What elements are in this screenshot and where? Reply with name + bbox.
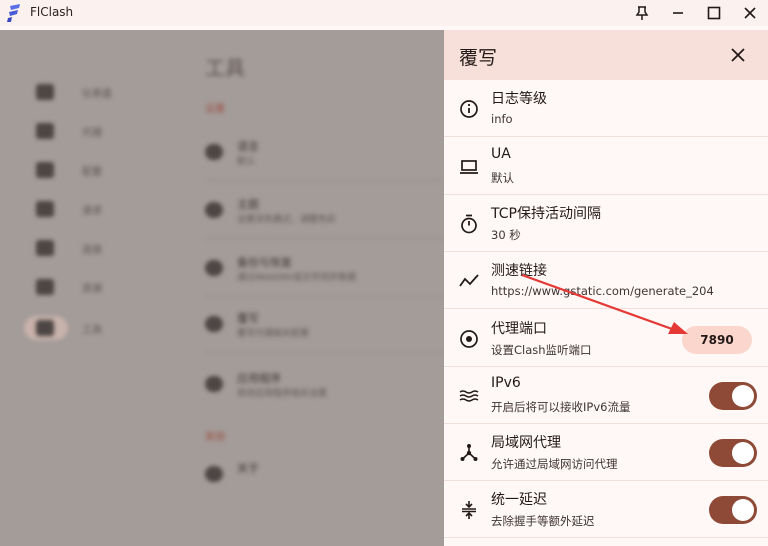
override-panel: 覆写 日志等级 info UA 默认 TCP保持活动间隔 30 秒 测速链接 h… xyxy=(444,30,768,546)
info-icon xyxy=(460,100,478,118)
panel-header: 覆写 xyxy=(444,30,768,80)
divider xyxy=(205,296,444,297)
bg-section-label: 设置 xyxy=(205,104,225,115)
nav-item-profiles: 配置 xyxy=(36,162,102,178)
divider xyxy=(205,238,444,239)
connections-icon xyxy=(36,240,54,256)
edit-icon xyxy=(205,316,223,332)
unified-delay-toggle[interactable] xyxy=(709,496,757,524)
setting-title: TCP保持活动间隔 xyxy=(491,206,601,222)
setting-subtitle: https://www.gstatic.com/generate_204 xyxy=(491,284,714,298)
nav-item-dashboard: 仪表盘 xyxy=(36,84,112,100)
maximize-button[interactable] xyxy=(696,0,732,26)
lan-proxy-toggle[interactable] xyxy=(709,439,757,467)
bg-section-label: 其他 xyxy=(205,432,225,443)
close-icon xyxy=(744,7,756,19)
setting-subtitle: 开启后将可以接收IPv6流量 xyxy=(491,400,631,414)
setting-subtitle: 设置Clash监听端口 xyxy=(491,343,592,357)
target-icon xyxy=(460,330,478,348)
proxy-port-value[interactable]: 7890 xyxy=(682,326,752,354)
setting-title: 日志等级 xyxy=(491,91,547,107)
setting-subtitle: 允许通过局域网访问代理 xyxy=(491,457,618,471)
setting-title: 统一延迟 xyxy=(491,492,547,508)
setting-subtitle: 去除握手等额外延迟 xyxy=(491,514,595,528)
background-app-scrim[interactable]: 仪表盘 代理 配置 请求 连接 资源 工具 工具 设置 语言 默认 主题 设置深色模… xyxy=(0,30,444,546)
toggle-knob xyxy=(732,385,754,407)
nav-item-tools: 工具 xyxy=(36,320,102,336)
resources-icon xyxy=(36,279,54,295)
setting-unified-delay[interactable]: 统一延迟 去除握手等额外延迟 xyxy=(444,481,768,538)
nav-item-proxies: 代理 xyxy=(36,123,102,139)
waves-icon xyxy=(459,390,479,402)
dashboard-icon xyxy=(36,84,54,100)
window-title: FlClash xyxy=(30,5,74,19)
theme-icon xyxy=(205,202,223,218)
nav-item-connections: 连接 xyxy=(36,240,102,256)
pin-button[interactable] xyxy=(624,0,660,26)
panel-title: 覆写 xyxy=(459,47,498,69)
language-icon xyxy=(205,144,223,160)
setting-title: 测速链接 xyxy=(491,263,547,279)
about-icon xyxy=(205,466,223,482)
setting-ua[interactable]: UA 默认 xyxy=(444,138,768,195)
setting-ipv6[interactable]: IPv6 开启后将可以接收IPv6流量 xyxy=(444,367,768,424)
minimize-button[interactable] xyxy=(660,0,696,26)
maximize-icon xyxy=(707,6,721,20)
setting-subtitle: info xyxy=(491,112,513,126)
close-panel-icon[interactable] xyxy=(728,45,748,65)
setting-lan-proxy[interactable]: 局域网代理 允许通过局域网访问代理 xyxy=(444,424,768,481)
setting-title: 局域网代理 xyxy=(491,435,561,451)
setting-subtitle: 默认 xyxy=(491,171,514,185)
setting-test-url[interactable]: 测速链接 https://www.gstatic.com/generate_20… xyxy=(444,252,768,309)
tools-icon xyxy=(36,320,54,336)
proxies-icon xyxy=(36,123,54,139)
app-logo-icon xyxy=(7,4,20,22)
trending-icon xyxy=(459,274,479,287)
bg-page-title: 工具 xyxy=(205,56,245,80)
nav-item-resources: 资源 xyxy=(36,279,102,295)
setting-log-level[interactable]: 日志等级 info xyxy=(444,80,768,137)
setting-title: UA xyxy=(491,146,511,162)
backup-icon xyxy=(205,260,223,276)
setting-title: IPv6 xyxy=(491,375,521,391)
divider xyxy=(205,352,444,353)
ipv6-toggle[interactable] xyxy=(709,382,757,410)
setting-title: 代理端口 xyxy=(491,321,547,337)
timer-icon xyxy=(461,214,477,234)
close-window-button[interactable] xyxy=(732,0,768,26)
title-bar: FlClash xyxy=(0,0,768,26)
hub-icon xyxy=(460,444,478,461)
compress-icon xyxy=(462,501,476,519)
divider xyxy=(205,180,444,181)
setting-tcp-keepalive[interactable]: TCP保持活动间隔 30 秒 xyxy=(444,195,768,252)
toggle-knob xyxy=(732,499,754,521)
folder-icon xyxy=(36,162,54,178)
requests-icon xyxy=(36,201,54,217)
nav-item-requests: 请求 xyxy=(36,201,102,217)
setting-proxy-port[interactable]: 代理端口 设置Clash监听端口 7890 xyxy=(444,310,768,367)
minimize-icon xyxy=(673,12,683,14)
setting-subtitle: 30 秒 xyxy=(491,228,521,242)
pin-icon xyxy=(635,6,649,20)
toggle-knob xyxy=(732,442,754,464)
laptop-icon xyxy=(460,160,478,174)
application-icon xyxy=(205,376,223,392)
